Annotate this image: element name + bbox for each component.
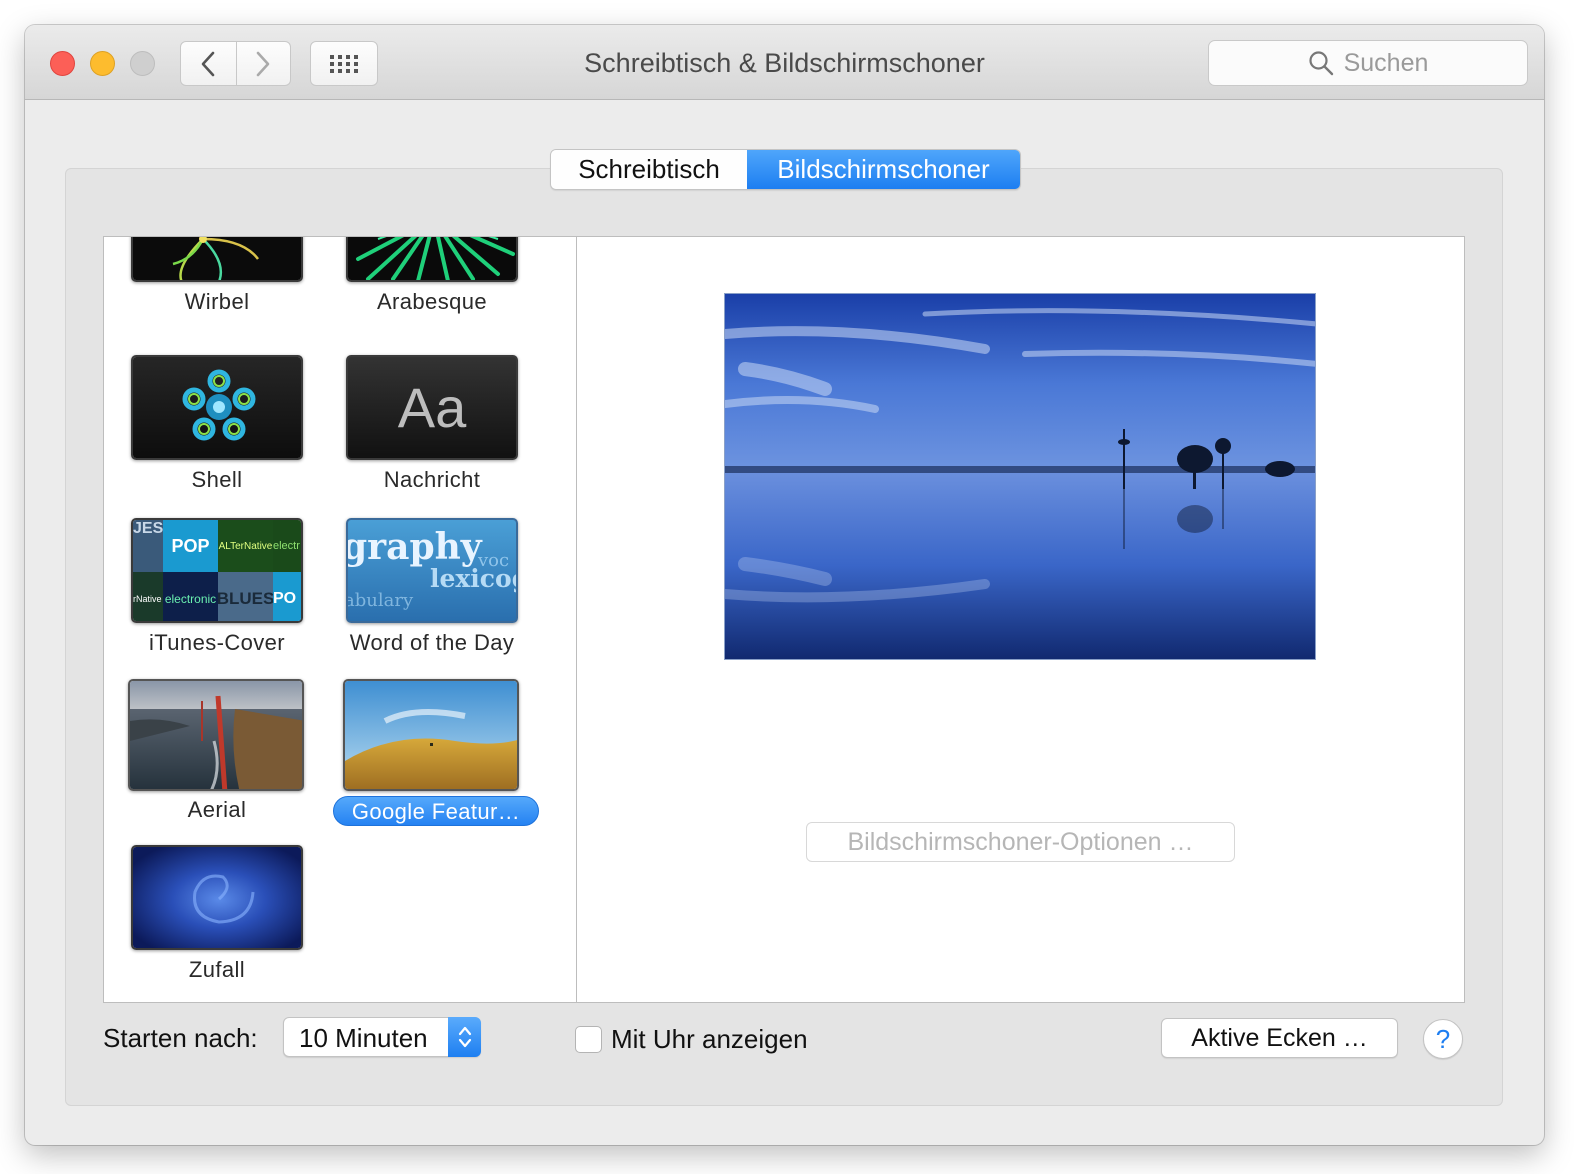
- thumb-word: graphy: [346, 526, 482, 568]
- hot-corners-button[interactable]: Aktive Ecken …: [1161, 1018, 1398, 1058]
- album-tile: JES: [133, 520, 163, 572]
- screensaver-options-button: Bildschirmschoner-Optionen …: [806, 822, 1235, 862]
- preview-image: [724, 293, 1316, 660]
- screensaver-label: Wirbel: [184, 289, 250, 314]
- popup-arrows-icon: [448, 1017, 481, 1057]
- screensaver-label: Google Featur…: [333, 796, 539, 826]
- zufall-thumbnail: [131, 845, 303, 950]
- album-tile: BLUES: [217, 572, 274, 621]
- screensaver-label: Zufall: [188, 957, 246, 982]
- album-tile: electr: [273, 520, 301, 572]
- screensaver-item-shell[interactable]: Shell: [104, 355, 334, 505]
- tab-control: Schreibtisch Bildschirmschoner: [550, 149, 1021, 190]
- nachricht-thumb-text: Aa: [397, 376, 467, 439]
- search-placeholder: Suchen: [1343, 48, 1429, 77]
- tab-bildschirmschoner[interactable]: Bildschirmschoner: [747, 150, 1020, 189]
- start-after-popup[interactable]: 10 Minuten: [283, 1017, 481, 1057]
- screensaver-label: Arabesque: [376, 289, 487, 314]
- tab-schreibtisch[interactable]: Schreibtisch: [551, 150, 747, 189]
- screensaver-item-zufall[interactable]: Zufall: [104, 845, 334, 995]
- album-tile: rNative: [133, 572, 163, 621]
- help-button[interactable]: ?: [1423, 1019, 1463, 1059]
- aerial-thumbnail: [128, 679, 304, 791]
- show-clock-label[interactable]: Mit Uhr anzeigen: [611, 1024, 808, 1055]
- screensaver-item-arabesque[interactable]: Arabesque: [319, 237, 549, 327]
- screensaver-item-aerial[interactable]: Aerial: [104, 679, 334, 829]
- show-clock-checkbox[interactable]: [575, 1026, 602, 1053]
- screensaver-label: Nachricht: [383, 467, 481, 492]
- album-tile: electronic: [163, 572, 218, 621]
- screensaver-label: iTunes-Cover: [148, 630, 286, 655]
- album-tile: PO: [273, 572, 301, 621]
- search-field[interactable]: Suchen: [1208, 40, 1528, 86]
- screensaver-label: Word of the Day: [349, 630, 515, 655]
- search-icon: [1308, 51, 1333, 76]
- google-featured-thumbnail: [343, 679, 519, 791]
- screensaver-item-wirbel[interactable]: Wirbel: [104, 237, 334, 327]
- screensaver-item-itunes-cover[interactable]: JES POP ALTerNative electr rNative elect…: [104, 518, 334, 668]
- preview-pane: Bildschirmschoner-Optionen …: [576, 236, 1465, 1003]
- start-after-label: Starten nach:: [103, 1023, 258, 1053]
- screensaver-item-google-featured[interactable]: Google Featur…: [319, 679, 549, 829]
- thumb-word: abulary: [346, 590, 414, 611]
- title-bar: Schreibtisch & Bildschirmschoner Suchen: [25, 25, 1544, 100]
- word-of-the-day-thumbnail: graphy voc lexicog abulary: [346, 518, 518, 623]
- start-after-value: 10 Minuten: [299, 1023, 428, 1053]
- arabesque-thumbnail: [346, 237, 518, 282]
- thumb-word: lexicog: [430, 564, 516, 593]
- itunes-cover-thumbnail: JES POP ALTerNative electr rNative elect…: [131, 518, 303, 623]
- screensaver-list[interactable]: Wirbel Arabesque Shell Aa Nachricht JES …: [103, 236, 576, 1003]
- nachricht-thumbnail: Aa: [346, 355, 518, 460]
- album-tile: POP: [163, 520, 218, 572]
- wirbel-thumbnail: [131, 237, 303, 282]
- system-preferences-window: Schreibtisch & Bildschirmschoner Suchen …: [25, 25, 1544, 1145]
- screensaver-item-nachricht[interactable]: Aa Nachricht: [319, 355, 549, 505]
- screensaver-item-word-of-the-day[interactable]: graphy voc lexicog abulary Word of the D…: [319, 518, 549, 668]
- screensaver-label: Aerial: [187, 797, 247, 822]
- shell-thumbnail: [131, 355, 303, 460]
- screensaver-label: Shell: [191, 467, 243, 492]
- album-tile: ALTerNative: [218, 520, 273, 572]
